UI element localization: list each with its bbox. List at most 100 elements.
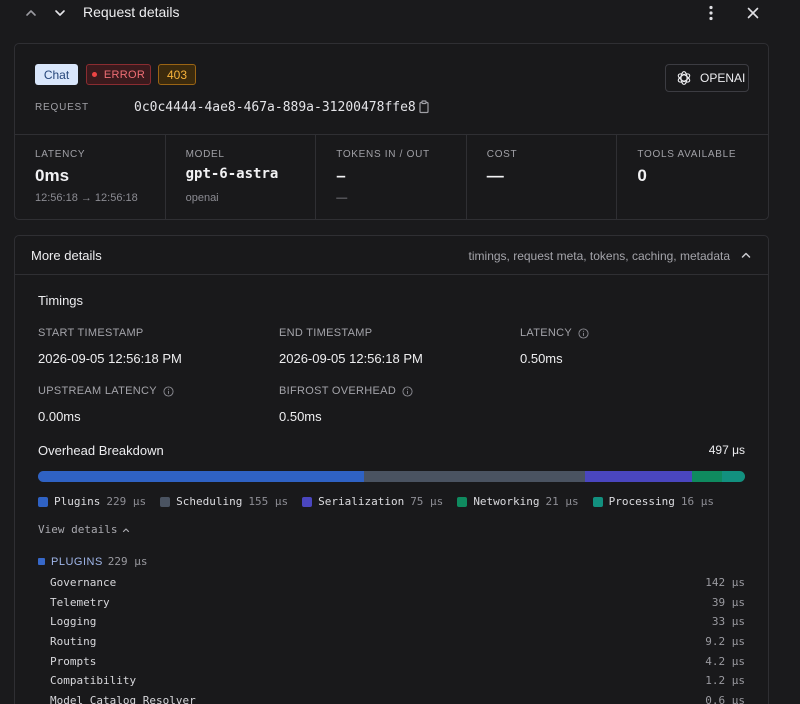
openai-logo-icon bbox=[677, 71, 691, 85]
upstream-latency-label-text: UPSTREAM LATENCY bbox=[38, 385, 157, 397]
status-badge-label: ERROR bbox=[103, 68, 146, 81]
legend-swatch bbox=[592, 496, 603, 507]
request-summary-card: Chat ERROR 403 OPENAI REQUEST 0c0c4444-4… bbox=[14, 43, 769, 220]
end-timestamp-label: END TIMESTAMP bbox=[279, 327, 372, 339]
view-details-label: View details bbox=[38, 523, 118, 536]
plugin-value: 9.2 μs bbox=[705, 635, 745, 649]
end-timestamp-label-text: END TIMESTAMP bbox=[279, 327, 373, 339]
stats-row: LATENCY 0ms 12:56:18 → 12:56:18 MODEL gp… bbox=[15, 135, 768, 220]
view-details-toggle[interactable]: View details bbox=[38, 523, 131, 536]
plugin-row: Prompts 4.2 μs bbox=[50, 651, 745, 671]
request-id: 0c0c4444-4ae8-467a-889a-31200478ffe8 bbox=[134, 100, 416, 115]
plugin-value: 39 μs bbox=[711, 595, 745, 609]
stat-value: 0 bbox=[637, 166, 647, 185]
stat-model: MODEL gpt-6-astra openai bbox=[166, 135, 317, 220]
panel-title: Request details bbox=[83, 4, 180, 20]
overhead-segment-scheduling bbox=[364, 471, 586, 482]
info-icon[interactable] bbox=[578, 327, 589, 339]
chevron-up-icon[interactable] bbox=[738, 247, 754, 263]
stat-label: COST bbox=[486, 149, 518, 160]
overhead-segment-processing bbox=[722, 471, 745, 482]
overhead-segment-serialization bbox=[585, 471, 693, 482]
stat-tools: TOOLS AVAILABLE 0 bbox=[617, 135, 768, 220]
legend-item-networking: Networking 21 μs bbox=[457, 495, 579, 508]
latency-label-text: LATENCY bbox=[520, 327, 573, 339]
overhead-bar bbox=[38, 471, 745, 482]
stat-value: 0ms bbox=[35, 166, 70, 185]
info-icon[interactable] bbox=[163, 385, 174, 397]
legend-name: Serialization bbox=[318, 495, 405, 508]
plugin-row: Logging 33 μs bbox=[50, 612, 745, 632]
bifrost-overhead-label-text: BIFROST OVERHEAD bbox=[279, 385, 397, 397]
plugin-value: 33 μs bbox=[711, 615, 745, 629]
plugin-value: 1.2 μs bbox=[705, 674, 745, 688]
info-icon[interactable] bbox=[402, 385, 413, 397]
plugin-value: 142 μs bbox=[705, 576, 745, 590]
plugin-row: Governance 142 μs bbox=[50, 573, 745, 593]
stat-sub: 12:56:18 → 12:56:18 bbox=[35, 192, 138, 204]
overhead-total: 497 μs bbox=[708, 443, 745, 457]
end-timestamp-value: 2026-09-05 12:56:18 PM bbox=[279, 351, 423, 366]
legend-item-scheduling: Scheduling 155 μs bbox=[160, 495, 288, 508]
more-details-header[interactable]: More details timings, request meta, toke… bbox=[15, 236, 768, 275]
overhead-legend: Plugins 229 μs Scheduling 155 μs Serializati… bbox=[38, 495, 728, 508]
stat-label: MODEL bbox=[185, 149, 225, 160]
chevron-down-icon[interactable] bbox=[50, 3, 70, 23]
more-details-subtitle: timings, request meta, tokens, caching, … bbox=[468, 249, 730, 263]
status-dot-icon bbox=[91, 72, 97, 77]
legend-swatch bbox=[38, 496, 48, 507]
legend-name: Processing bbox=[608, 495, 675, 508]
legend-swatch bbox=[302, 496, 313, 507]
overhead-breakdown-title: Overhead Breakdown bbox=[38, 443, 164, 458]
plugins-group-header: PLUGINS 229 μs bbox=[38, 555, 148, 568]
plugin-row: Routing 9.2 μs bbox=[50, 632, 745, 652]
latency-label: LATENCY bbox=[520, 327, 589, 339]
plugin-name: Compatibility bbox=[50, 674, 137, 688]
provider-label: OPENAI bbox=[700, 71, 746, 85]
stat-value: — bbox=[486, 166, 504, 185]
stat-sub: — bbox=[336, 192, 348, 204]
close-icon[interactable] bbox=[743, 3, 763, 23]
provider-button[interactable]: OPENAI bbox=[665, 64, 749, 92]
overhead-segment-plugins bbox=[38, 471, 365, 482]
upstream-latency-value: 0.00ms bbox=[38, 409, 81, 424]
legend-value: 155 μs bbox=[248, 495, 289, 508]
stat-label: TOOLS AVAILABLE bbox=[637, 149, 737, 160]
request-label: REQUEST bbox=[35, 102, 89, 113]
stat-value: gpt-6-astra bbox=[185, 166, 279, 182]
plugins-group-total: 229 μs bbox=[107, 555, 148, 568]
stat-sub: openai bbox=[185, 192, 219, 204]
start-timestamp-value: 2026-09-05 12:56:18 PM bbox=[38, 351, 182, 366]
more-details-title: More details bbox=[31, 248, 102, 263]
plugin-row: Telemetry 39 μs bbox=[50, 593, 745, 613]
plugin-name: Routing bbox=[50, 635, 97, 649]
plugin-name: Prompts bbox=[50, 654, 97, 668]
timings-title: Timings bbox=[38, 293, 84, 308]
legend-item-serialization: Serialization 75 μs bbox=[302, 495, 443, 508]
upstream-latency-label: UPSTREAM LATENCY bbox=[38, 385, 174, 397]
start-timestamp-label-text: START TIMESTAMP bbox=[38, 327, 144, 339]
legend-swatch bbox=[160, 496, 171, 507]
plugin-name: Governance bbox=[50, 576, 117, 590]
more-details-card: More details timings, request meta, toke… bbox=[14, 235, 769, 704]
bifrost-overhead-value: 0.50ms bbox=[279, 409, 322, 424]
plugin-row: Compatibility 1.2 μs bbox=[50, 671, 745, 691]
legend-name: Networking bbox=[473, 495, 540, 508]
plugin-row: Model Catalog Resolver 0.6 μs bbox=[50, 691, 745, 704]
stat-value: – bbox=[336, 166, 346, 185]
legend-value: 21 μs bbox=[545, 495, 579, 508]
plugin-name: Telemetry bbox=[50, 595, 110, 609]
overhead-segment-networking bbox=[692, 471, 723, 482]
legend-name: Plugins bbox=[54, 495, 101, 508]
latency-value: 0.50ms bbox=[520, 351, 563, 366]
start-timestamp-label: START TIMESTAMP bbox=[38, 327, 144, 339]
chevron-up-icon[interactable] bbox=[21, 3, 41, 23]
stat-tokens: TOKENS IN / OUT – — bbox=[316, 135, 467, 220]
more-vertical-icon[interactable] bbox=[701, 3, 721, 23]
request-type-badge: Chat bbox=[35, 64, 78, 85]
copy-icon[interactable] bbox=[417, 100, 431, 114]
stat-label: TOKENS IN / OUT bbox=[336, 149, 430, 160]
legend-swatch bbox=[457, 496, 468, 507]
status-badge: ERROR bbox=[86, 64, 151, 85]
plugins-list: Governance 142 μs Telemetry 39 μs Logging 33 … bbox=[50, 573, 745, 704]
